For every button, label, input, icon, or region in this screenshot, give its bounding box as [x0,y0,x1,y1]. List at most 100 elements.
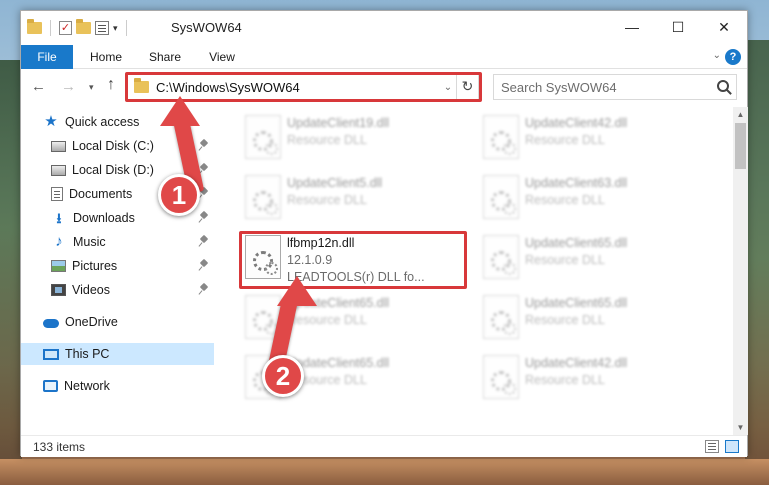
list-item[interactable]: UpdateClient19.dll Resource DLL [241,111,467,163]
pictures-icon [51,260,66,272]
video-icon [51,284,66,296]
list-item[interactable]: UpdateClient42.dll Resource DLL [479,111,705,163]
file-description: Resource DLL [525,313,605,327]
file-name: UpdateClient65.dll [525,296,628,310]
pin-icon[interactable] [200,140,208,150]
sidebar-item-label: Downloads [73,211,135,225]
details-view-icon[interactable] [705,440,719,453]
dll-file-icon [483,355,519,399]
tab-view[interactable]: View [199,45,245,69]
new-folder-icon[interactable] [76,19,91,34]
scroll-down-arrow-icon[interactable]: ▼ [733,420,748,435]
sidebar-item-network[interactable]: Network [21,375,214,397]
toolbar-separator [50,20,51,36]
sidebar-item-this-pc[interactable]: This PC [21,343,214,365]
pin-icon[interactable] [200,260,208,270]
tab-file[interactable]: File [21,45,73,69]
pin-icon[interactable] [200,284,208,294]
properties-icon[interactable] [95,21,109,35]
expand-ribbon-chevron-icon[interactable]: ⌄ [713,50,721,61]
pin-icon[interactable] [200,236,208,246]
close-button[interactable]: ✕ [701,11,747,43]
drive-icon [51,164,66,176]
recent-locations-chevron-icon[interactable]: ▾ [89,82,94,93]
file-name: UpdateClient65.dll [525,236,628,250]
annotation-arrow-1-head [160,96,200,126]
item-count: 133 items [33,440,86,454]
file-highlight-box [239,231,467,289]
sidebar-item-label: Videos [72,283,110,297]
sidebar-item-label: Network [64,379,110,393]
title-bar: ✓ ▾ SysWOW64 — ☐ ✕ [21,11,747,45]
quick-access-toolbar: ✓ ▾ [27,19,131,36]
wallpaper-palm-right [745,40,769,480]
annotation-arrow-2-head [277,276,317,306]
minimize-button[interactable]: — [609,11,655,43]
file-description: Resource DLL [525,373,605,387]
dll-file-icon [483,235,519,279]
dll-file-icon [245,115,281,159]
scroll-up-arrow-icon[interactable]: ▲ [733,107,748,122]
sidebar-item-videos[interactable]: Videos [21,279,214,301]
file-name: UpdateClient42.dll [525,356,628,370]
download-icon: ⭳ [56,210,62,226]
sidebar-item-label: OneDrive [65,315,118,329]
file-name: UpdateClient5.dll [287,176,383,190]
sidebar-item-label: This PC [65,347,110,361]
toolbar-separator [125,20,127,36]
network-icon [43,380,58,392]
file-description: Resource DLL [287,133,367,147]
customize-toolbar-chevron-icon[interactable]: ▾ [113,23,118,34]
maximize-button[interactable]: ☐ [655,11,701,43]
sidebar-item-pictures[interactable]: Pictures [21,255,214,277]
sidebar-item-label: Local Disk (D:) [72,163,154,177]
forward-arrow-icon[interactable]: → [61,78,76,95]
vertical-scrollbar[interactable]: ▲ ▼ [733,107,748,435]
list-item[interactable]: UpdateClient65.dll Resource DLL [479,291,705,343]
list-item[interactable]: UpdateClient63.dll Resource DLL [479,171,705,223]
list-item[interactable]: UpdateClient5.dll Resource DLL [241,171,467,223]
cloud-icon [43,319,59,328]
pin-icon[interactable] [200,164,208,174]
status-bar: 133 items [21,435,747,457]
search-box[interactable] [493,74,737,100]
music-note-icon: ♪ [55,233,63,250]
dll-file-icon [483,295,519,339]
window-title: SysWOW64 [171,20,242,35]
sidebar-item-label: Pictures [72,259,118,273]
tab-share[interactable]: Share [139,45,191,69]
up-arrow-icon[interactable]: ↑ [107,76,115,94]
explorer-window: ✓ ▾ SysWOW64 — ☐ ✕ File Home Share View … [20,10,748,457]
large-icons-view-icon[interactable] [725,440,739,453]
step-badge-2: 2 [262,355,304,397]
help-icon[interactable]: ? [725,49,741,65]
list-item[interactable]: UpdateClient42.dll Resource DLL [479,351,705,403]
file-name: UpdateClient42.dll [525,116,628,130]
ribbon-tabs: File Home Share View ⌄ ? [21,45,747,69]
file-name: UpdateClient63.dll [525,176,628,190]
file-description: Resource DLL [525,193,605,207]
star-icon: ★ [44,113,58,130]
file-description: Resource DLL [525,253,605,267]
documents-icon [51,187,63,201]
step-badge-1: 1 [158,174,200,216]
dll-file-icon [483,115,519,159]
wallpaper-palm-left [0,60,22,480]
file-name: UpdateClient19.dll [287,116,390,130]
file-description: Resource DLL [287,313,367,327]
back-arrow-icon[interactable]: ← [31,78,46,95]
pin-icon[interactable] [200,212,208,222]
sidebar-item-onedrive[interactable]: OneDrive [21,311,214,333]
folder-icon [27,19,42,34]
list-item[interactable]: UpdateClient65.dll Resource DLL [479,231,705,283]
search-icon [717,80,729,92]
sidebar-item-music[interactable]: ♪ Music [21,231,214,253]
properties-check-icon[interactable]: ✓ [59,21,72,35]
scrollbar-thumb[interactable] [735,123,746,169]
drive-icon [51,140,66,152]
file-description: Resource DLL [287,193,367,207]
tab-home[interactable]: Home [81,45,131,69]
search-input[interactable] [494,75,704,99]
computer-icon [43,348,59,360]
file-description: Resource DLL [525,133,605,147]
